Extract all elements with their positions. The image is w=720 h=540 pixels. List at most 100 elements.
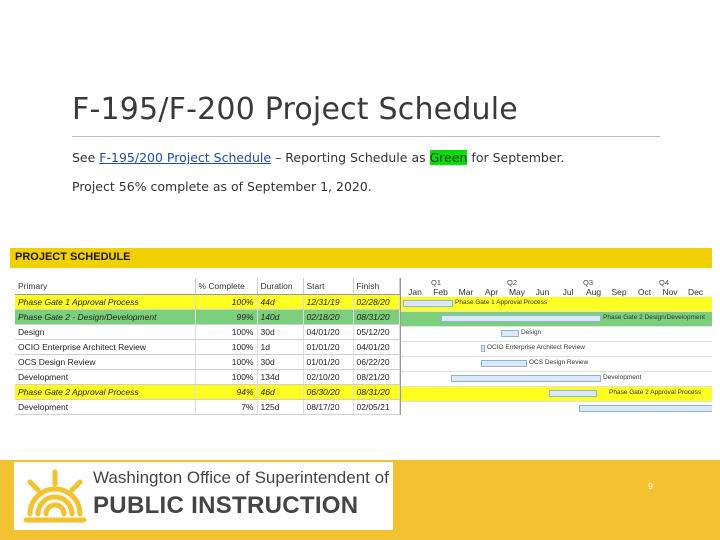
table-row: Phase Gate 2 Approval Process 94% 46d 06/30… [15,384,400,400]
month-label: Mar [458,287,474,297]
duration-cell: 134d [257,369,304,385]
gantt-bar [481,360,527,367]
status-line: See F-195/200 Project Schedule – Reporti… [72,150,565,165]
finish-date-cell: 08/31/20 [353,384,400,400]
month-label: Jul [562,287,574,297]
status-line-mid: – Reporting Schedule as [271,150,430,165]
start-date-cell: 04/01/20 [303,324,354,340]
task-name-cell: Phase Gate 1 Approval Process [15,294,196,310]
month-label: Jan [408,287,422,297]
task-name-cell: OCIO Enterprise Architect Review [15,339,196,355]
gantt-row: Phase Gate 2 Design/Development [401,312,712,327]
start-date-cell: 01/01/20 [303,354,354,370]
pct-complete-cell: 99% [195,309,258,325]
table-row: Design 100% 30d 04/01/20 05/12/20 [15,324,400,340]
task-name-cell: Design [15,324,196,340]
month-label: Jun [535,287,550,297]
gantt-bar-label: OCIO Enterprise Architect Review [487,344,585,351]
col-duration: Duration [257,278,304,295]
month-label: Sep [611,287,627,297]
gantt-bar [501,330,519,337]
org-name-line1: Washington Office of Superintendent of [93,468,389,487]
start-date-cell: 02/10/20 [303,369,354,385]
quarter-label: Q1 [431,278,442,287]
gantt-row: Phase Gate 1 Approval Process [401,297,712,312]
project-schedule-link[interactable]: F-195/200 Project Schedule [99,150,271,165]
duration-cell: 140d [257,309,304,325]
gantt-bar-label: Phase Gate 2 Design/Development [603,314,705,321]
gantt-chart: Q1 Q2 Q3 Q4 Jan Feb Mar Apr May Jun Jul Aug Sep O… [400,278,712,415]
gantt-row [401,402,712,415]
gantt-row: OCIO Enterprise Architect Review [401,342,712,357]
duration-cell: 1d [257,339,304,355]
col-pct-complete: % Complete [195,278,258,295]
pct-complete-cell: 94% [195,384,258,400]
start-date-cell: 12/31/19 [303,294,354,310]
status-line-suffix: for September. [467,150,565,165]
finish-date-cell: 06/22/20 [353,354,400,370]
pct-complete-cell: 100% [195,369,258,385]
table-row: Phase Gate 2 - Design/Development 99% 140d… [15,309,400,325]
pct-complete-cell: 100% [195,354,258,370]
quarter-label: Q3 [583,278,594,287]
schedule-task-table: Primary % Complete Duration Start Finish… [15,278,400,415]
task-name-cell: Phase Gate 2 Approval Process [15,384,196,400]
finish-date-cell: 02/05/21 [353,399,400,415]
finish-date-cell: 04/01/20 [353,339,400,355]
finish-date-cell: 05/12/20 [353,324,400,340]
gantt-bar [579,405,712,412]
quarter-label: Q4 [659,278,670,287]
duration-cell: 30d [257,324,304,340]
schedule-header-title: PROJECT SCHEDULE [15,251,131,263]
page-number: 9 [648,482,654,491]
ospi-sunburst-icon [23,469,87,523]
gantt-row: OCS Design Review [401,357,712,372]
table-row: Phase Gate 1 Approval Process 100% 44d 12/3… [15,294,400,310]
month-label: May [508,287,526,297]
table-row: OCS Design Review 100% 30d 01/01/20 06/22/20 [15,354,400,370]
task-name-cell: OCS Design Review [15,354,196,370]
month-label: Oct [637,287,652,297]
gantt-bar [481,345,485,352]
org-name-line2: PUBLIC INSTRUCTION [93,492,359,519]
schedule-header-bar: PROJECT SCHEDULE [10,248,712,268]
gantt-bar-label: Design [521,329,542,336]
slide-title: F-195/F-200 Project Schedule [72,92,518,127]
gantt-bar-label: Phase Gate 2 Approval Process [609,389,702,396]
duration-cell: 44d [257,294,304,310]
col-finish: Finish [353,278,400,295]
month-label: Dec [687,287,704,297]
gantt-bar [451,375,601,382]
gantt-bar [549,390,597,397]
pct-complete-cell: 7% [195,399,258,415]
gantt-row: Development [401,372,712,387]
gantt-bar-label: Phase Gate 1 Approval Process [455,299,548,306]
duration-cell: 30d [257,354,304,370]
finish-date-cell: 02/28/20 [353,294,400,310]
finish-date-cell: 08/31/20 [353,309,400,325]
table-row: Development 7% 125d 08/17/20 02/05/21 [15,399,400,415]
project-schedule-image: PROJECT SCHEDULE Primary % Complete Dura… [10,248,712,415]
completion-line: Project 56% complete as of September 1, … [72,179,372,194]
start-date-cell: 08/17/20 [303,399,354,415]
month-label: Aug [585,287,602,297]
start-date-cell: 02/18/20 [303,309,354,325]
gantt-bar [403,300,453,307]
start-date-cell: 01/01/20 [303,339,354,355]
status-line-prefix: See [72,150,100,165]
table-row: Development 100% 134d 02/10/20 08/21/20 [15,369,400,385]
gantt-bar-label: OCS Design Review [529,359,589,366]
task-name-cell: Development [15,369,196,385]
col-primary: Primary [15,278,196,295]
month-label: Nov [662,287,678,297]
task-name-cell: Development [15,399,196,415]
table-header-row: Primary % Complete Duration Start Finish [15,278,400,295]
pct-complete-cell: 100% [195,294,258,310]
start-date-cell: 06/30/20 [303,384,354,400]
gantt-bar-label: Development [603,374,642,381]
month-label: Feb [433,287,448,297]
month-label: Apr [484,287,499,297]
gantt-quarter-row: Q1 Q2 Q3 Q4 [401,278,712,287]
status-green-highlight: Green [429,150,468,165]
quarter-label: Q2 [507,278,518,287]
